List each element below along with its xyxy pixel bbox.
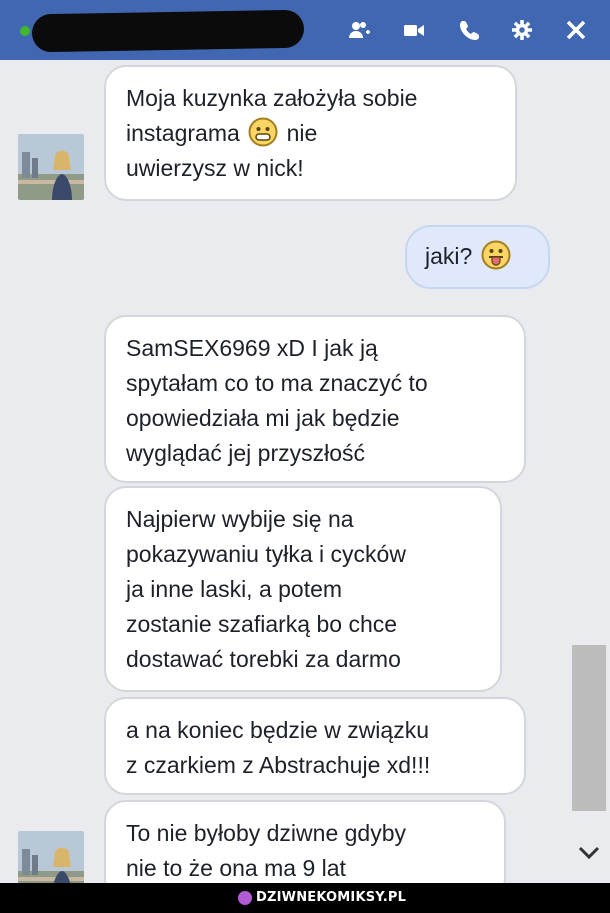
message-line: Moja kuzynka założyła sobie — [126, 85, 418, 111]
scrollbar-thumb[interactable] — [572, 645, 606, 811]
watermark: DZIWNEKOMIKSY.PL — [238, 890, 406, 905]
brand-text: DZIWNEKOMIKSY.PL — [256, 890, 407, 905]
message-line: ja inne laski, a potem — [126, 576, 343, 602]
online-status-dot — [20, 26, 30, 36]
close-icon[interactable] — [562, 16, 590, 44]
message-text: nie — [286, 120, 318, 146]
brand-logo-icon — [238, 890, 252, 905]
message-bubble-incoming[interactable]: To nie byłoby dziwne gdyby nie to że ona… — [104, 800, 506, 883]
watermark-bar: DZIWNEKOMIKSY.PL — [0, 883, 610, 913]
message-line: uwierzysz w nick! — [126, 155, 304, 181]
contact-avatar[interactable] — [18, 134, 84, 200]
message-line: z czarkiem z Abstrachuje xd!!! — [126, 752, 431, 778]
message-line: zostanie szafiarką bo chce — [126, 611, 398, 637]
smile-emoji-icon — [248, 117, 278, 147]
message-line: To nie byłoby dziwne gdyby — [126, 820, 406, 846]
message-text: jaki? — [425, 243, 473, 269]
message-line: wyglądać jej przyszłość — [126, 440, 366, 466]
message-line: dostawać torebki za darmo — [126, 646, 401, 672]
message-line: opowiedziała mi jak będzie — [126, 405, 400, 431]
message-line: instagrama nie — [126, 116, 495, 151]
redacted-contact-name — [31, 9, 305, 53]
message-line: SamSEX6969 xD I jak ją — [126, 335, 378, 361]
contact-avatar[interactable] — [18, 831, 84, 883]
gear-icon[interactable] — [508, 16, 536, 44]
video-call-icon[interactable] — [400, 16, 428, 44]
message-line: a na koniec będzie w związku — [126, 717, 429, 743]
message-line: pokazywaniu tyłka i cycków — [126, 541, 406, 567]
tongue-emoji-icon — [481, 240, 511, 270]
message-text: instagrama — [126, 120, 240, 146]
message-line: spytałam co to ma znaczyć to — [126, 370, 428, 396]
chat-header — [0, 0, 610, 60]
message-line: nie to że ona ma 9 lat — [126, 855, 346, 881]
message-bubble-incoming[interactable]: SamSEX6969 xD I jak ją spytałam co to ma… — [104, 315, 526, 483]
chevron-down-icon[interactable] — [574, 838, 604, 868]
message-line: Najpierw wybije się na — [126, 506, 354, 532]
message-bubble-incoming[interactable]: Najpierw wybije się na pokazywaniu tyłka… — [104, 486, 502, 692]
message-bubble-incoming[interactable]: a na koniec będzie w związku z czarkiem … — [104, 697, 526, 795]
message-bubble-incoming[interactable]: Moja kuzynka założyła sobie instagrama n… — [104, 65, 517, 201]
phone-icon[interactable] — [456, 16, 484, 44]
message-list[interactable]: Moja kuzynka założyła sobie instagrama n… — [0, 60, 610, 883]
message-bubble-outgoing[interactable]: jaki? — [405, 225, 550, 289]
add-people-icon[interactable] — [346, 16, 374, 44]
